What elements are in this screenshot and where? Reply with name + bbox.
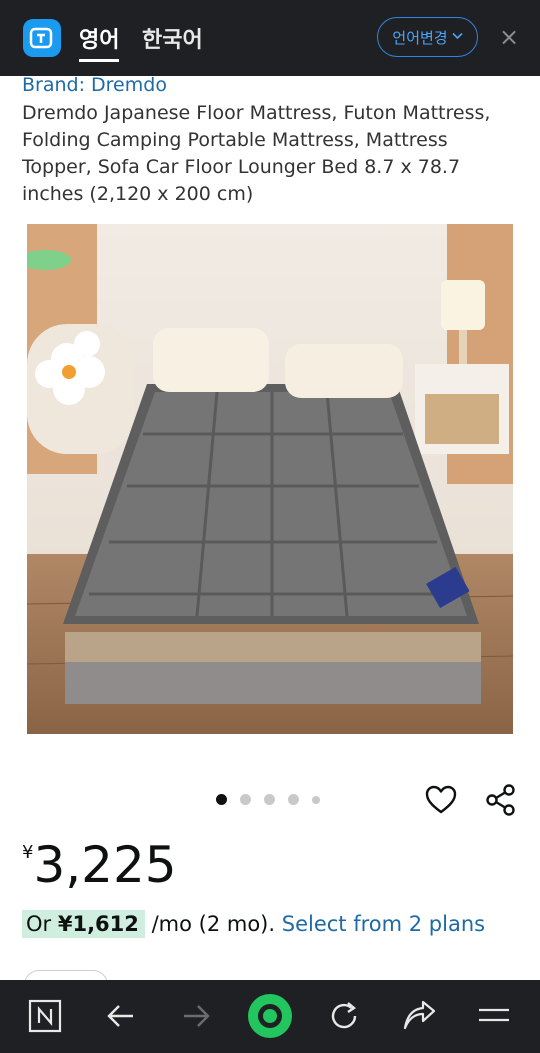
close-icon[interactable]: × [496,24,522,50]
installment-plan: Or ¥1,612 /mo (2 mo). Select from 2 plan… [22,910,485,938]
carousel-dots [216,794,320,805]
tab-english[interactable]: 영어 [79,22,119,54]
carousel-dot[interactable] [240,794,251,805]
currency-symbol: ¥ [22,842,34,863]
home-icon[interactable] [247,993,293,1039]
carousel-dot[interactable] [264,794,275,805]
share-icon[interactable] [484,783,518,817]
tabs-icon[interactable] [27,998,63,1034]
forward-icon [178,998,214,1034]
product-image[interactable] [27,224,513,734]
browser-toolbar [0,980,540,1053]
reload-icon[interactable] [326,998,362,1034]
active-tab-indicator [79,59,119,62]
monthly-price: ¥1,612 [57,912,139,936]
carousel-dot[interactable] [312,795,320,804]
share-forward-icon[interactable] [401,998,437,1034]
carousel-dot[interactable] [288,794,299,805]
product-title: Dremdo Japanese Floor Mattress, Futon Ma… [22,102,491,205]
price-amount: 3,225 [33,836,177,894]
plan-prefix: Or [26,912,52,936]
change-language-button[interactable]: 언어변경 [377,17,478,57]
tab-korean[interactable]: 한국어 [142,22,203,54]
carousel-dot[interactable] [216,794,227,805]
plan-suffix: /mo (2 mo). [151,912,276,936]
chevron-down-icon [452,29,463,43]
heart-icon[interactable] [424,783,458,817]
monthly-highlight: Or ¥1,612 [22,910,145,938]
price: ¥3,225 [22,836,177,894]
change-language-label: 언어변경 [392,28,448,47]
select-plans-link[interactable]: Select from 2 plans [282,912,485,936]
menu-icon[interactable] [476,998,512,1034]
translate-bar: 영어 한국어 언어변경 × [0,0,540,76]
brand-link[interactable]: Brand: Dremdo [22,74,167,96]
papago-logo-icon[interactable] [23,19,61,57]
back-icon[interactable] [103,998,139,1034]
